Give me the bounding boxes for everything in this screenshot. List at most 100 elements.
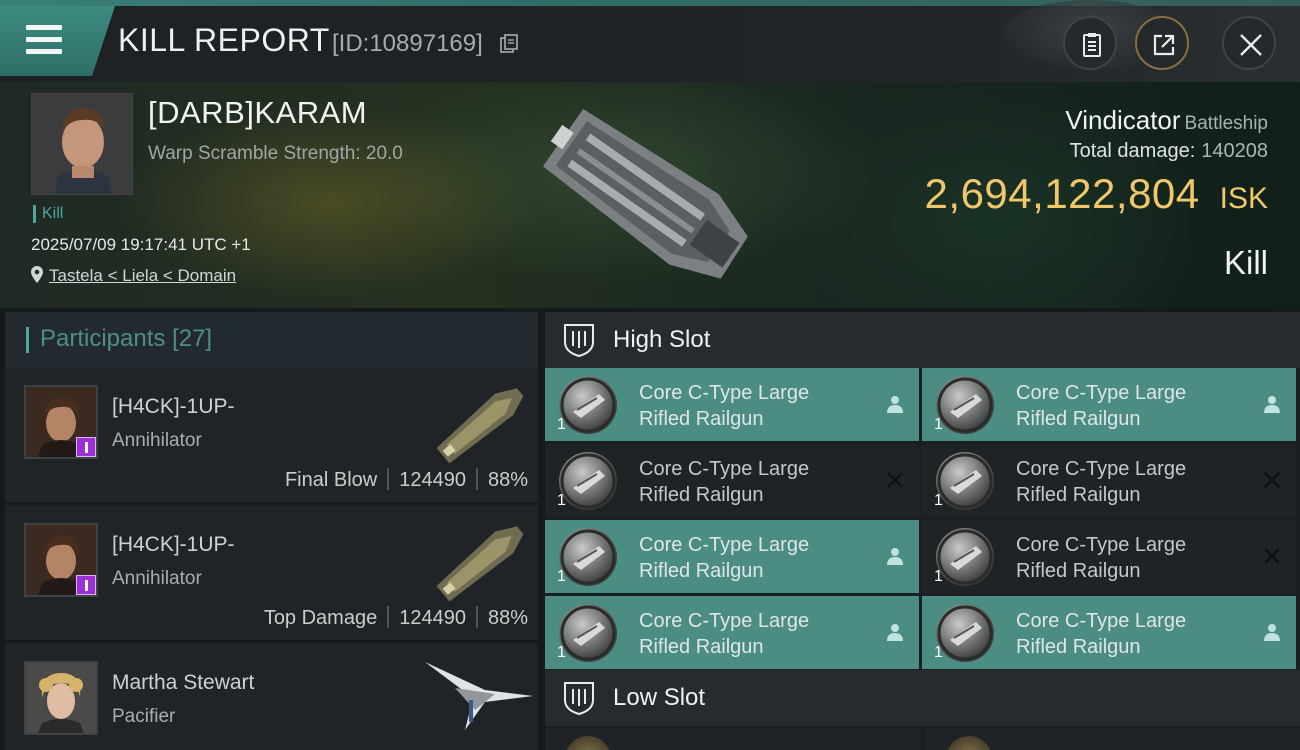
participant-portrait	[26, 663, 96, 733]
module-name-line1: Core C-Type Large	[639, 534, 810, 556]
module-slot[interactable]: 1 Core C-Type Large Rifled Railgun	[922, 368, 1296, 441]
railgun-module-icon	[559, 376, 617, 434]
victim-ship-image	[543, 108, 748, 279]
rank-badge-icon	[76, 575, 96, 595]
participant-ship-image	[425, 662, 533, 730]
kill-tag: Kill	[33, 205, 63, 223]
high-slot-icon	[564, 324, 594, 358]
victim-name[interactable]: [DARB]KARAM	[148, 95, 367, 131]
participant-damage: 124490	[399, 469, 466, 491]
participant-name[interactable]: [H4CK]-1UP-	[112, 533, 235, 557]
top-bar: KILL REPORT [ID:10897169]	[0, 0, 1300, 82]
module-name: Core C-Type Large Rifled Railgun	[1016, 380, 1246, 432]
participants-count: [27]	[172, 325, 213, 352]
module-icon	[946, 736, 992, 750]
ship-class: Battleship	[1184, 113, 1268, 134]
low-slot-label: Low Slot	[613, 684, 706, 711]
participant-ship-image	[436, 526, 524, 602]
header-accent-bar	[26, 327, 29, 353]
module-slot[interactable]: 1 Core C-Type Large Rifled Railgun	[545, 520, 919, 593]
railgun-module-icon	[559, 604, 617, 662]
person-icon	[887, 624, 903, 641]
avatar[interactable]	[24, 523, 98, 597]
isk-value: 2,694,122,804 ISK	[925, 170, 1268, 218]
module-name: Core C-Type Large Rifled Railgun	[639, 608, 869, 660]
low-slot-module-peek[interactable]	[926, 728, 1300, 750]
share-button[interactable]	[1135, 16, 1189, 70]
kill-location-link[interactable]: Tastela < Liela < Domain	[31, 266, 236, 286]
module-name-line2: Rifled Railgun	[1016, 636, 1141, 658]
share-icon	[1153, 34, 1175, 56]
participant-role: Final Blow	[284, 469, 378, 491]
avatar[interactable]	[24, 385, 98, 459]
divider	[475, 606, 478, 628]
participant-damage: 124490	[399, 607, 466, 629]
participant-stats: Final Blow 124490 88%	[285, 468, 528, 492]
participant-row[interactable]: Martha Stewart Pacifier	[5, 644, 538, 750]
module-name: Core C-Type Large Rifled Railgun	[1016, 608, 1246, 660]
module-slot[interactable]: 1 Core C-Type Large Rifled Railgun	[922, 444, 1296, 517]
copy-icon[interactable]	[500, 34, 518, 54]
module-quantity: 1	[934, 568, 943, 585]
high-slot-header[interactable]: High Slot	[545, 312, 1300, 368]
module-quantity: 1	[934, 416, 943, 433]
participant-percent: 88%	[487, 607, 528, 629]
participant-ship: Annihilator	[112, 430, 202, 451]
total-damage-label: Total damage:	[1069, 140, 1196, 162]
high-slot-label: High Slot	[613, 326, 711, 353]
module-name-line2: Rifled Railgun	[1016, 408, 1141, 430]
module-name-line2: Rifled Railgun	[1016, 484, 1141, 506]
module-name-line1: Core C-Type Large	[1016, 458, 1187, 480]
module-name: Core C-Type Large Rifled Railgun	[1016, 456, 1246, 508]
participant-name[interactable]: [H4CK]-1UP-	[112, 395, 235, 419]
isk-amount: 2,694,122,804	[924, 170, 1200, 217]
module-slot[interactable]: 1 Core C-Type Large Rifled Railgun	[545, 444, 919, 517]
location-text: Tastela < Liela < Domain	[49, 266, 237, 285]
menu-button[interactable]	[0, 6, 115, 76]
railgun-module-icon	[936, 452, 994, 510]
person-icon	[887, 396, 903, 413]
module-quantity: 1	[557, 644, 566, 661]
module-name-line1: Core C-Type Large	[1016, 610, 1187, 632]
person-icon	[1264, 396, 1280, 413]
clipboard-button[interactable]	[1063, 16, 1117, 70]
participant-row[interactable]: [H4CK]-1UP- Annihilator Final Blow 124490…	[5, 368, 538, 504]
x-icon	[1264, 548, 1280, 564]
module-slot[interactable]: 1 Core C-Type Large Rifled Railgun	[545, 368, 919, 441]
module-quantity: 1	[557, 416, 566, 433]
module-slot[interactable]: 1 Core C-Type Large Rifled Railgun	[922, 520, 1296, 593]
participant-row[interactable]: [H4CK]-1UP- Annihilator Top Damage 124490…	[5, 506, 538, 642]
module-name-line1: Core C-Type Large	[1016, 382, 1187, 404]
participant-percent: 88%	[487, 469, 528, 491]
low-slot-header[interactable]: Low Slot	[545, 670, 1300, 726]
x-icon	[887, 472, 903, 488]
avatar[interactable]	[24, 661, 98, 735]
total-damage: Total damage: 140208	[1070, 140, 1268, 163]
participant-role: Top Damage	[263, 607, 378, 629]
participants-title: Participants [27]	[40, 325, 212, 353]
module-name-line1: Core C-Type Large	[639, 610, 810, 632]
page-title: KILL REPORT	[118, 22, 330, 58]
isk-unit: ISK	[1219, 182, 1268, 215]
hamburger-menu-icon	[26, 25, 62, 55]
railgun-module-icon	[559, 528, 617, 586]
module-slot[interactable]: 1 Core C-Type Large Rifled Railgun	[922, 596, 1296, 669]
participants-label: Participants	[40, 325, 166, 352]
participant-ship: Annihilator	[112, 568, 202, 589]
fitting-panel: High Slot 1 Core C-Type Large Rifled Railg…	[545, 312, 1300, 750]
victim-ship: Vindicator Battleship	[1065, 105, 1268, 136]
close-button[interactable]	[1222, 16, 1276, 70]
x-icon	[1264, 472, 1280, 488]
module-name: Core C-Type Large Rifled Railgun	[639, 456, 869, 508]
module-name-line2: Rifled Railgun	[639, 484, 764, 506]
low-slot-icon	[564, 682, 594, 716]
module-name-line1: Core C-Type Large	[1016, 534, 1187, 556]
participants-header: Participants [27]	[5, 312, 538, 368]
module-name-line2: Rifled Railgun	[639, 636, 764, 658]
low-slot-module-peek[interactable]	[545, 728, 919, 750]
person-icon	[1264, 624, 1280, 641]
ship-name[interactable]: Vindicator	[1065, 105, 1180, 135]
victim-portrait[interactable]	[31, 93, 133, 195]
participant-name[interactable]: Martha Stewart	[112, 671, 254, 695]
module-slot[interactable]: 1 Core C-Type Large Rifled Railgun	[545, 596, 919, 669]
